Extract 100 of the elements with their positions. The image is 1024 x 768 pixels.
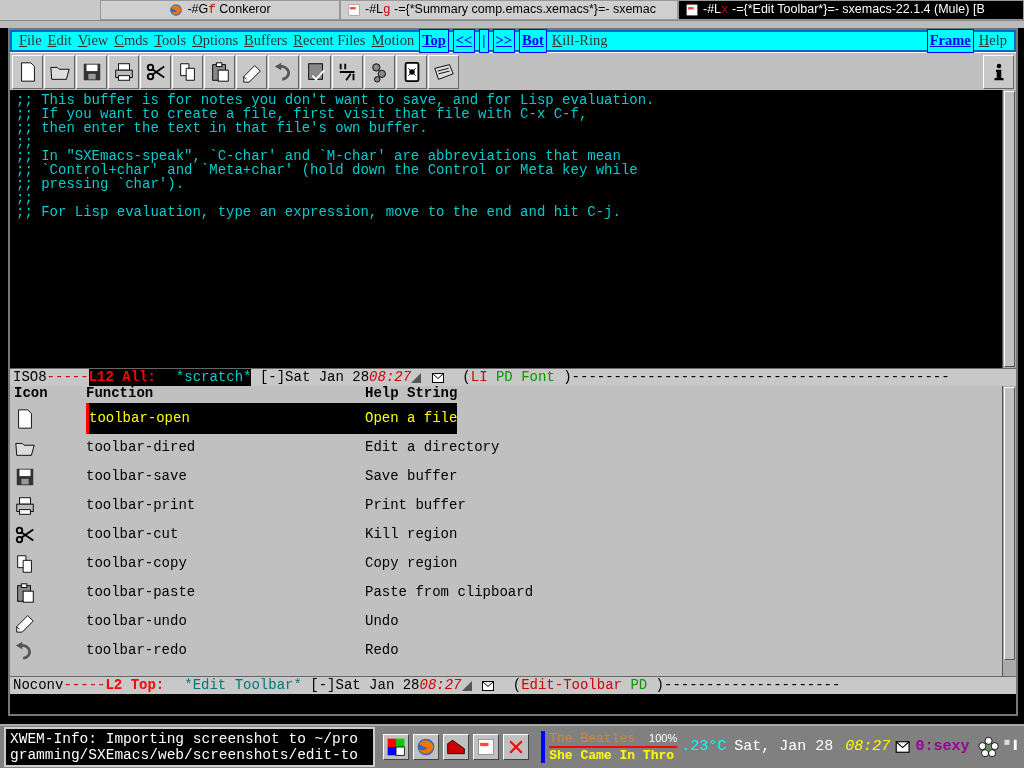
toolbar-button[interactable] [396, 54, 427, 89]
mail-icon [479, 679, 496, 692]
column-header: Function [86, 386, 155, 403]
info-button[interactable] [983, 54, 1014, 89]
taskbar-app[interactable] [383, 734, 410, 760]
toolbar-button[interactable] [428, 54, 459, 89]
function-name[interactable]: toolbar-copy [86, 553, 365, 574]
function-name[interactable]: toolbar-undo [86, 611, 365, 632]
menu-item[interactable]: Edit [44, 30, 75, 52]
mode-line-text: Noconv [13, 677, 64, 694]
taskbar-app[interactable] [473, 734, 500, 760]
help-string: Undo [365, 612, 399, 631]
help-string: Copy region [365, 554, 458, 573]
function-name[interactable]: toolbar-open [86, 403, 365, 434]
mode-line-text: )--------------------- [655, 677, 841, 694]
menu-item[interactable]: Top [419, 29, 449, 53]
toolbar-button[interactable] [76, 54, 107, 89]
function-name[interactable]: toolbar-cut [86, 524, 365, 545]
toolbar-button[interactable] [204, 54, 235, 89]
text-line: ;; [16, 191, 34, 205]
toolbar-button[interactable] [236, 54, 267, 89]
clipboard-icon [14, 581, 36, 604]
mode-line-text: *scratch* [173, 369, 252, 386]
toolbar-button[interactable] [332, 54, 363, 89]
mode-line-text: 08:27 [419, 677, 462, 694]
mode-line-text: ( [512, 677, 522, 694]
menu-item[interactable]: Frame [926, 29, 974, 53]
text-line: ;; In "SXEmacs-speak", `C-char' and `M-char' are abbreviations that mean [16, 149, 621, 163]
artist-name: The Beatles [549, 731, 636, 746]
help-string: Print buffer [365, 496, 466, 515]
text-line: ;; `Control+char' and `Meta+char' (hold down the Control or Meta key while [16, 163, 639, 177]
toolbar-button[interactable] [268, 54, 299, 89]
menu-item[interactable]: Motion [368, 30, 418, 52]
scrollbar[interactable] [1002, 386, 1016, 676]
column-header: Help String [365, 386, 458, 403]
menu-item[interactable]: >> [492, 29, 516, 53]
menu-item[interactable]: Bot [519, 29, 547, 53]
text-line: ;; [16, 135, 34, 149]
toolbar-button[interactable] [12, 54, 43, 89]
menu-item[interactable]: << [452, 29, 476, 53]
date: Sat, Jan 28 [734, 736, 834, 757]
mode-line-text: Edit-Toolbar [521, 677, 622, 694]
taskbar-app[interactable] [443, 734, 470, 760]
clock: 08:27 [845, 736, 891, 757]
function-name[interactable]: toolbar-redo [86, 640, 365, 661]
menu-item[interactable]: File [16, 30, 45, 52]
flower-icon [977, 736, 999, 758]
help-string: Redo [365, 641, 399, 660]
colored-squares-icon [386, 737, 407, 757]
mode-line-text: ISO8 [13, 369, 47, 386]
mode-line-text: [-]Sat Jan 28 [310, 677, 420, 694]
toolbar-button[interactable] [44, 54, 75, 89]
mail-icon [429, 371, 446, 384]
window-tab[interactable]: -#Lg -={*Summary comp.emacs.xemacs*}=- sxemac [340, 0, 678, 20]
text-line: ;; If you want to create a file, first visit that file with C-x C-f, [16, 107, 589, 121]
mode-line-text: LI [470, 369, 488, 386]
text-line: ;; then enter the text in that file's own buffer. [16, 121, 429, 135]
menu-item[interactable]: Cmds [111, 30, 152, 52]
window-icon [476, 737, 497, 757]
globe-fox-icon [169, 3, 184, 17]
taskbar-app[interactable] [413, 734, 440, 760]
toolbar-button[interactable] [108, 54, 139, 89]
menu-item[interactable]: Help [975, 30, 1010, 52]
menu-item[interactable]: | [479, 29, 489, 53]
mode-line-text: ( [462, 369, 471, 386]
text-line: ;; This buffer is for notes you don't want to save, and for Lisp evaluation. [16, 93, 656, 107]
window-tab[interactable]: -#Lx -={*Edit Toolbar*}=- sxemacs-22.1.4 (Mule) [B [678, 0, 1024, 20]
menu-item[interactable]: Kill-Ring [548, 30, 611, 52]
song-title: She Came In Thro [549, 748, 676, 763]
echo-area: XWEM-Info: Importing screenshot to ~/pro gramming/SXEmacs/web/screenshots/edit-to [4, 727, 376, 767]
window-tab[interactable]: -#Gf Conkeror [100, 0, 340, 20]
scrollbar-thumb[interactable] [1004, 387, 1015, 660]
menu-item[interactable]: Tools [151, 30, 190, 52]
menu-item[interactable]: Options [189, 30, 242, 52]
help-string: Paste from clipboard [365, 583, 534, 602]
text-line: ;; For Lisp evaluation, type an expression, move to the end and hit C-j. [16, 205, 622, 219]
toolbar-button[interactable] [364, 54, 395, 89]
function-name[interactable]: toolbar-paste [86, 582, 365, 603]
mode-line-text: L12 All: [88, 369, 174, 386]
shoe-icon [446, 737, 467, 757]
toolbar-button[interactable] [300, 54, 331, 89]
menu-item[interactable]: View [74, 30, 112, 52]
text-line: ;; pressing `char'). [16, 177, 186, 191]
mode-line-text: Font [521, 369, 555, 386]
function-name[interactable]: toolbar-print [86, 495, 365, 516]
printer-icon [14, 494, 36, 517]
volume-percent: 100% [649, 731, 678, 746]
toolbar-button[interactable] [172, 54, 203, 89]
menu-item[interactable]: Buffers [241, 30, 291, 52]
toolbar-button[interactable] [140, 54, 171, 89]
mode-line-text: ----- [46, 369, 89, 386]
help-string: Kill region [365, 525, 458, 544]
mode-line-text: [-]Sat Jan 28 [259, 369, 370, 386]
taskbar-app[interactable] [503, 734, 530, 760]
column-header: Icon [14, 386, 49, 403]
mode-line-text: ----- [63, 677, 106, 694]
function-name[interactable]: toolbar-save [86, 466, 365, 487]
mode-line-text: PD [495, 369, 513, 386]
menu-item[interactable]: Recent Files [290, 30, 369, 52]
function-name[interactable]: toolbar-dired [86, 437, 365, 458]
